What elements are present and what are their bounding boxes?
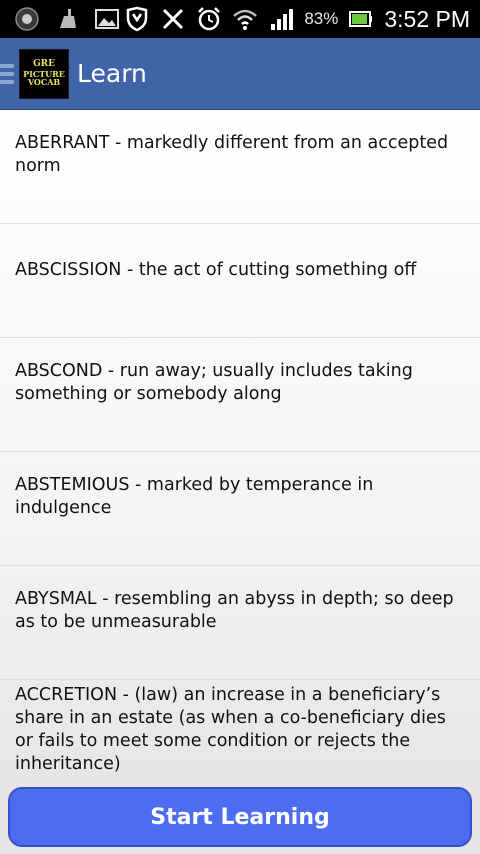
tools-icon (160, 6, 186, 32)
signal-icon (268, 6, 294, 32)
status-bar-system: 83% 3:52 PM (124, 6, 480, 33)
battery-icon (348, 6, 374, 32)
app-logo-line: VOCAB (27, 77, 61, 88)
shield-icon (124, 6, 150, 32)
battery-percent: 83% (304, 9, 339, 28)
action-bar: GRE PICTURE VOCAB Learn (0, 38, 480, 110)
list-item[interactable]: ABERRANT - markedly different from an ac… (0, 110, 480, 224)
alarm-icon (196, 6, 222, 32)
status-bar: 83% 3:52 PM (0, 0, 480, 38)
cleaner-icon (54, 6, 80, 32)
image-icon (94, 6, 120, 32)
page-title: Learn (77, 59, 147, 88)
notification-circle-icon (14, 6, 40, 32)
status-bar-notifications (0, 6, 120, 32)
list-item[interactable]: ABSCISSION - the act of cutting somethin… (0, 224, 480, 338)
list-item[interactable]: ABSTEMIOUS - marked by temperance in ind… (0, 452, 480, 566)
status-time: 3:52 PM (384, 5, 470, 32)
wifi-icon (232, 6, 258, 32)
drawer-menu-icon[interactable] (0, 62, 16, 86)
list-item[interactable]: ABSCOND - run away; usually includes tak… (0, 338, 480, 452)
word-list[interactable]: ABERRANT - markedly different from an ac… (0, 110, 480, 780)
start-learning-button[interactable]: Start Learning (8, 787, 472, 847)
list-item[interactable]: ABYSMAL - resembling an abyss in depth; … (0, 566, 480, 680)
list-item[interactable]: ACCRETION - (law) an increase in a benef… (0, 680, 480, 780)
app-logo[interactable]: GRE PICTURE VOCAB (19, 48, 69, 99)
bottom-bar: Start Learning (0, 780, 480, 854)
